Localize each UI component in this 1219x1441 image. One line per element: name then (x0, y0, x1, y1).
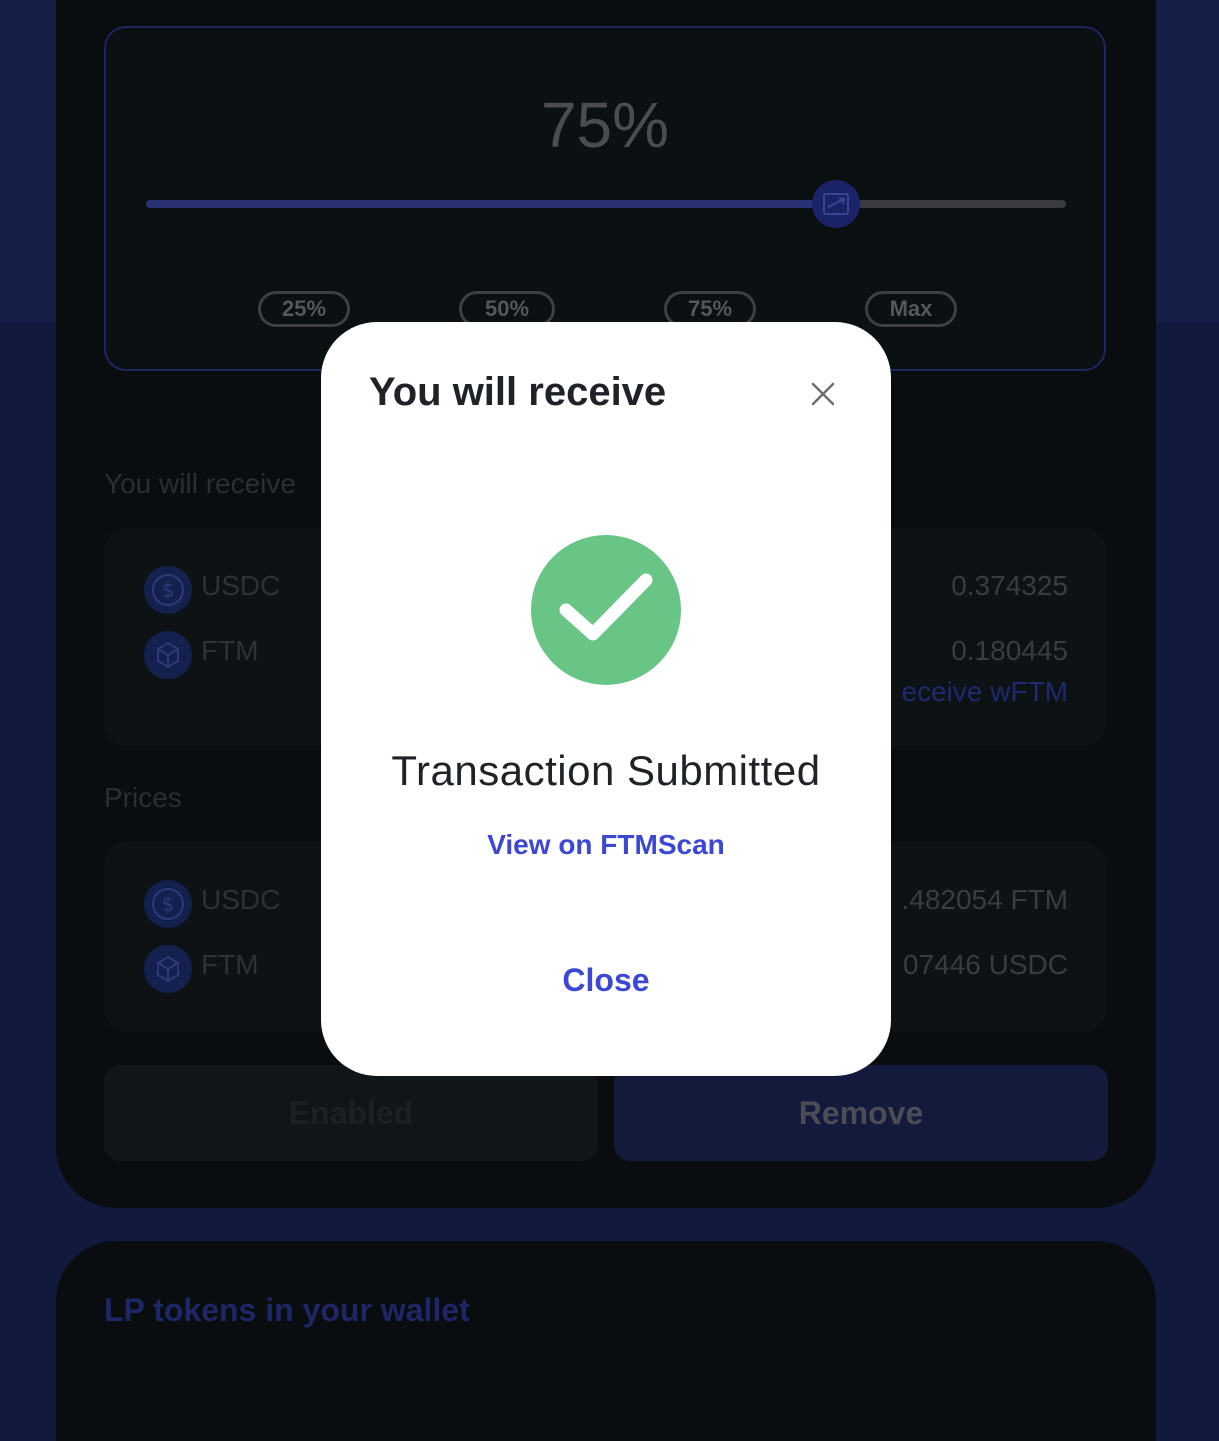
remove-button[interactable]: Remove (614, 1065, 1108, 1161)
usdc-icon: $ (144, 566, 192, 614)
success-check-icon (531, 535, 681, 685)
percent-display: 75% (540, 89, 670, 161)
receive-section-label: You will receive (104, 468, 296, 499)
price-token-ftm: FTM (201, 949, 259, 980)
preset-25-button[interactable]: 25% (258, 291, 350, 327)
enabled-button[interactable]: Enabled (104, 1065, 598, 1161)
slider-thumb[interactable] (812, 180, 860, 228)
svg-text:$: $ (162, 578, 175, 602)
close-button[interactable]: Close (506, 954, 706, 1006)
slider-track-fill (146, 200, 836, 208)
lp-tokens-title: LP tokens in your wallet (104, 1292, 470, 1328)
receive-token-usdc: USDC (201, 570, 281, 601)
view-on-ftmscan-link[interactable]: View on FTMScan (321, 829, 891, 861)
amount-slider-panel: 75% 25% 50% 75% Max (104, 26, 1106, 371)
svg-text:$: $ (162, 892, 175, 916)
swap-arrows-icon (823, 193, 849, 215)
usdc-icon: $ (144, 880, 192, 928)
prices-section-label: Prices (104, 782, 182, 813)
ftm-icon (144, 945, 192, 993)
transaction-status: Transaction Submitted (391, 747, 821, 794)
price-token-usdc: USDC (201, 884, 281, 915)
slider-track[interactable] (146, 200, 1066, 208)
transaction-modal: You will receive Transaction Submitted V… (321, 322, 891, 1076)
close-icon[interactable] (803, 374, 843, 414)
preset-max-button[interactable]: Max (865, 291, 957, 327)
ftm-icon (144, 631, 192, 679)
receive-token-ftm: FTM (201, 635, 259, 666)
modal-title: You will receive (369, 370, 667, 414)
lp-tokens-card (56, 1241, 1156, 1441)
